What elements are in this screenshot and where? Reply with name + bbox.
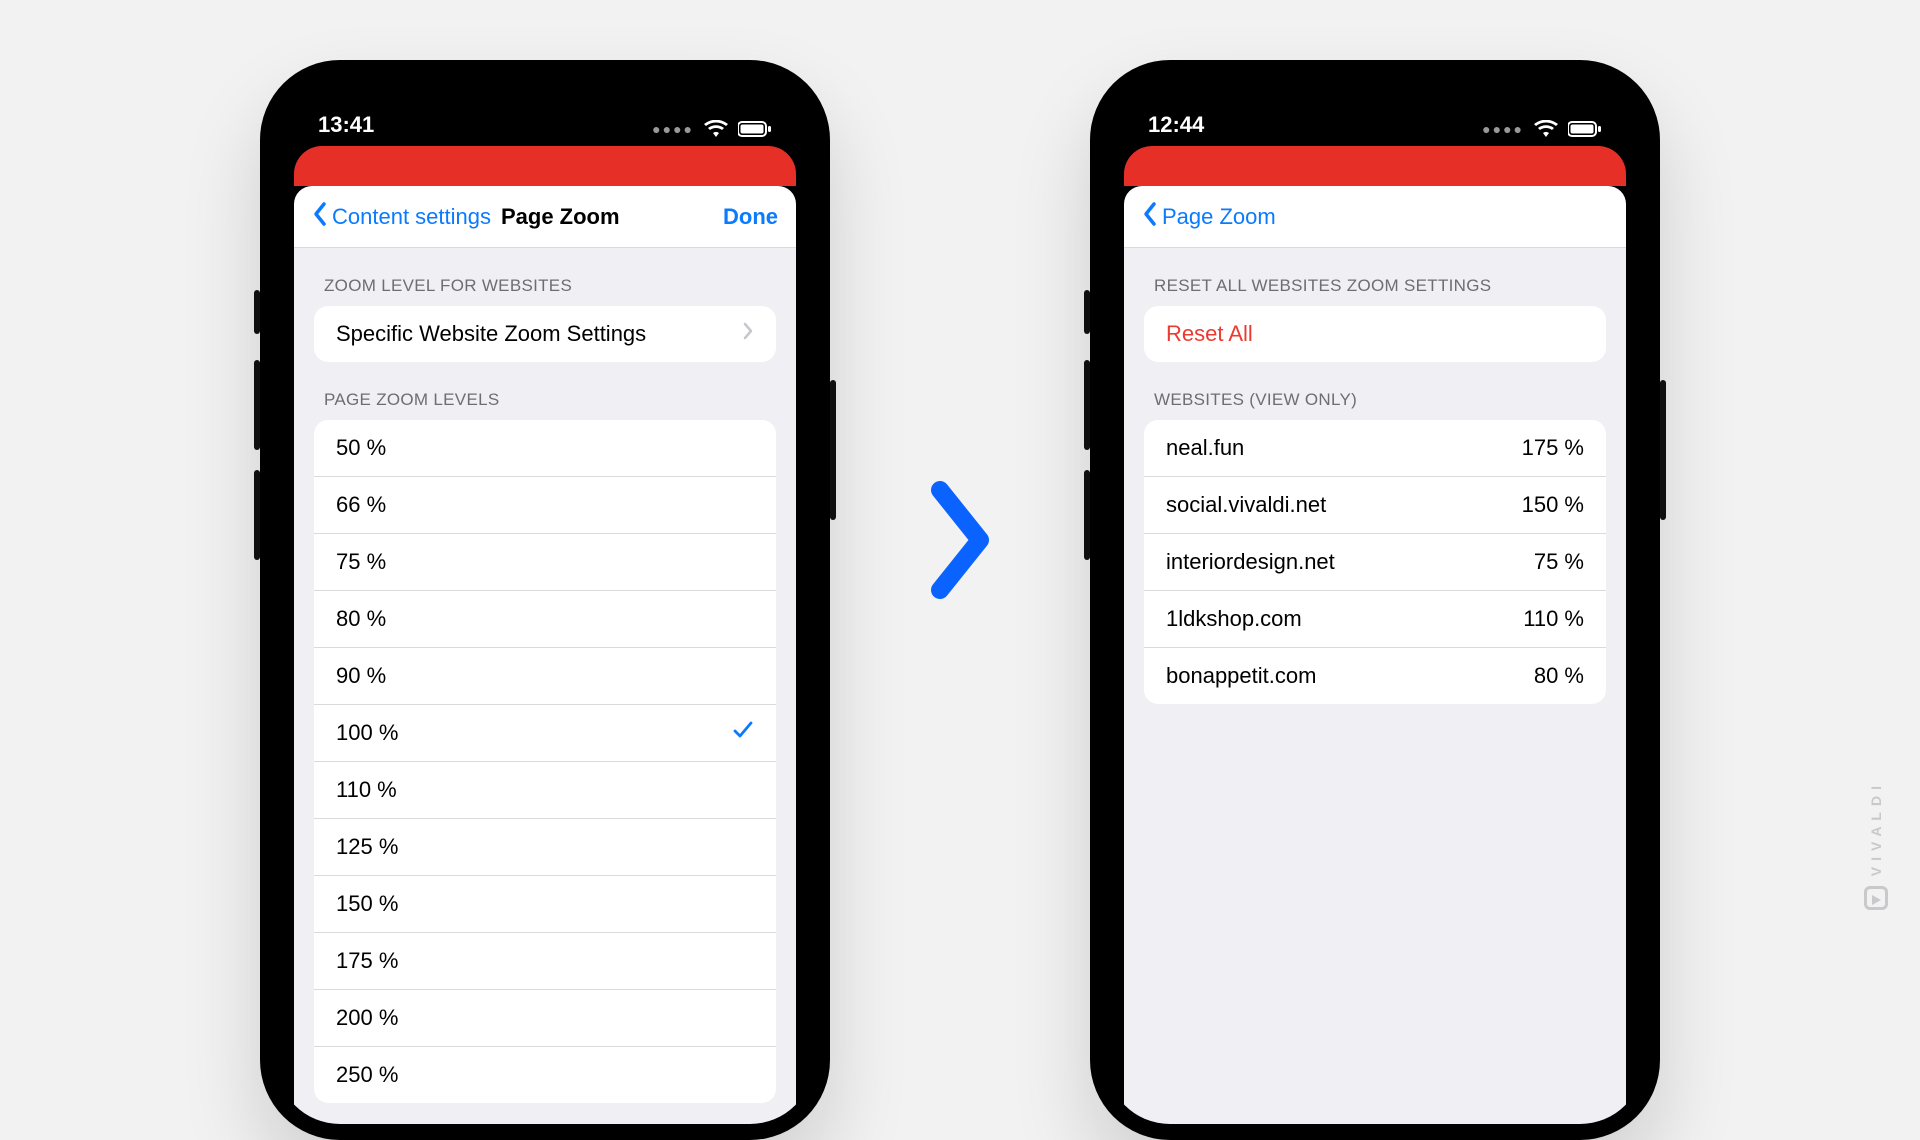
battery-icon [1568, 121, 1602, 137]
card-websites: neal.fun 175 % social.vivaldi.net 150 % inte… [1144, 420, 1606, 704]
chevron-back-icon[interactable] [312, 201, 328, 232]
row-label: Reset All [1166, 321, 1253, 347]
done-button[interactable]: Done [723, 204, 778, 230]
vivaldi-logo-icon [1864, 886, 1888, 910]
website-zoom-value: 175 % [1522, 435, 1584, 461]
status-time: 12:44 [1148, 112, 1204, 138]
website-host: social.vivaldi.net [1166, 492, 1326, 518]
website-host: bonappetit.com [1166, 663, 1316, 689]
website-zoom-value: 75 % [1534, 549, 1584, 575]
flow-arrow-icon [920, 475, 1000, 605]
website-zoom-row: interiordesign.net 75 % [1144, 533, 1606, 590]
content-scroll[interactable]: ZOOM LEVEL FOR WEBSITES Specific Website… [294, 248, 796, 1124]
vivaldi-watermark: VIVALDI [1864, 780, 1888, 910]
status-bar: 13:41 ●●●● [276, 76, 814, 146]
zoom-level-label: 250 % [336, 1062, 398, 1088]
website-host: interiordesign.net [1166, 549, 1335, 575]
website-zoom-row: neal.fun 175 % [1144, 420, 1606, 476]
nav-title: Page Zoom [501, 204, 620, 230]
app-brand-band [294, 146, 796, 186]
website-host: 1ldkshop.com [1166, 606, 1302, 632]
specific-website-zoom-row[interactable]: Specific Website Zoom Settings [314, 306, 776, 362]
zoom-level-row[interactable]: 66 % [314, 476, 776, 533]
nav-bar: Content settings Page Zoom Done [294, 186, 796, 248]
phone-left: 13:41 ●●●● [260, 60, 830, 1140]
status-time: 13:41 [318, 112, 374, 138]
card-reset: Reset All [1144, 306, 1606, 362]
card-zoom-levels: 50 % 66 % 75 % 80 % 90 % 100 % 110 % 125 % 150 %… [314, 420, 776, 1103]
wifi-icon [1534, 120, 1558, 138]
section-header-zoom-websites: ZOOM LEVEL FOR WEBSITES [294, 248, 796, 306]
section-header-zoom-levels: PAGE ZOOM LEVELS [294, 362, 796, 420]
website-zoom-row: 1ldkshop.com 110 % [1144, 590, 1606, 647]
zoom-level-label: 150 % [336, 891, 398, 917]
zoom-level-row[interactable]: 125 % [314, 818, 776, 875]
side-button-power [830, 380, 836, 520]
side-button-power [1660, 380, 1666, 520]
nav-back-button[interactable]: Content settings [332, 204, 491, 230]
zoom-level-row[interactable]: 100 % [314, 704, 776, 761]
nav-bar: Page Zoom [1124, 186, 1626, 248]
zoom-level-label: 125 % [336, 834, 398, 860]
watermark-text: VIVALDI [1868, 780, 1884, 876]
wifi-icon [704, 120, 728, 138]
phone-right: 12:44 ●●●● [1090, 60, 1660, 1140]
section-header-websites: WEBSITES (VIEW ONLY) [1124, 362, 1626, 420]
zoom-level-label: 110 % [336, 777, 397, 803]
nav-back-button[interactable]: Page Zoom [1162, 204, 1276, 230]
section-header-reset: RESET ALL WEBSITES ZOOM SETTINGS [1124, 248, 1626, 306]
zoom-level-label: 66 % [336, 492, 386, 518]
website-zoom-value: 150 % [1522, 492, 1584, 518]
cellular-dots-icon: ●●●● [652, 121, 694, 137]
zoom-level-row[interactable]: 75 % [314, 533, 776, 590]
zoom-level-row[interactable]: 90 % [314, 647, 776, 704]
website-zoom-value: 80 % [1534, 663, 1584, 689]
row-label: Specific Website Zoom Settings [336, 321, 646, 347]
zoom-level-row[interactable]: 110 % [314, 761, 776, 818]
website-host: neal.fun [1166, 435, 1244, 461]
website-zoom-row: social.vivaldi.net 150 % [1144, 476, 1606, 533]
battery-icon [738, 121, 772, 137]
zoom-level-label: 200 % [336, 1005, 398, 1031]
zoom-level-row[interactable]: 50 % [314, 420, 776, 476]
card-specific-settings: Specific Website Zoom Settings [314, 306, 776, 362]
checkmark-icon [732, 720, 754, 746]
zoom-level-label: 175 % [336, 948, 398, 974]
showcase-stage: 13:41 ●●●● [0, 0, 1920, 1080]
zoom-level-label: 75 % [336, 549, 386, 575]
zoom-level-label: 100 % [336, 720, 398, 746]
zoom-level-row[interactable]: 250 % [314, 1046, 776, 1103]
reset-all-button[interactable]: Reset All [1144, 306, 1606, 362]
zoom-level-row[interactable]: 175 % [314, 932, 776, 989]
status-bar: 12:44 ●●●● [1106, 76, 1644, 146]
website-zoom-value: 110 % [1523, 606, 1584, 632]
zoom-level-row[interactable]: 200 % [314, 989, 776, 1046]
chevron-back-icon[interactable] [1142, 201, 1158, 232]
zoom-level-label: 80 % [336, 606, 386, 632]
zoom-level-row[interactable]: 80 % [314, 590, 776, 647]
app-brand-band [1124, 146, 1626, 186]
content-scroll[interactable]: RESET ALL WEBSITES ZOOM SETTINGS Reset A… [1124, 248, 1626, 1124]
zoom-level-label: 90 % [336, 663, 386, 689]
zoom-level-label: 50 % [336, 435, 386, 461]
chevron-right-icon [742, 321, 754, 347]
cellular-dots-icon: ●●●● [1482, 121, 1524, 137]
zoom-level-row[interactable]: 150 % [314, 875, 776, 932]
website-zoom-row: bonappetit.com 80 % [1144, 647, 1606, 704]
